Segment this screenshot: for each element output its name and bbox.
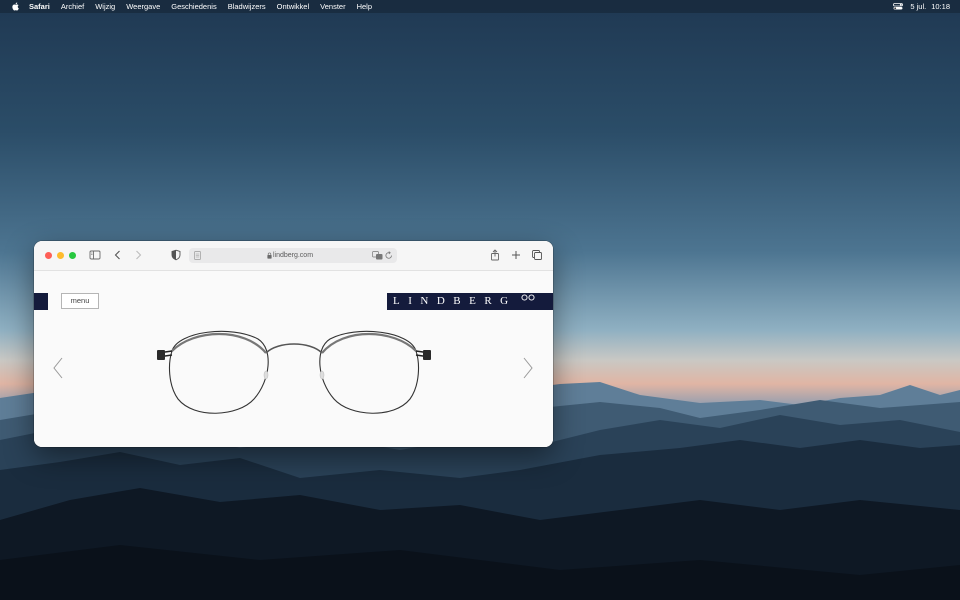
menu-bladwijzers[interactable]: Bladwijzers: [228, 2, 266, 11]
new-tab-icon[interactable]: [510, 249, 522, 261]
lindberg-logo[interactable]: LINDBERG: [387, 293, 553, 310]
sidebar-icon[interactable]: [89, 249, 101, 261]
url-text: lindberg.com: [272, 252, 314, 259]
menu-ontwikkel[interactable]: Ontwikkel: [277, 2, 310, 11]
browser-toolbar: lindberg.com: [34, 241, 553, 271]
eyeglasses-product-image: [157, 330, 431, 414]
web-page-content: menu LINDBERG: [34, 271, 553, 447]
menu-archief[interactable]: Archief: [61, 2, 84, 11]
carousel-next-arrow-icon[interactable]: [522, 357, 534, 379]
zoom-window-button[interactable]: [69, 252, 76, 259]
menu-help[interactable]: Help: [357, 2, 372, 11]
share-icon[interactable]: [489, 249, 501, 261]
logo-glasses-icon: [521, 294, 535, 301]
menu-wijzig[interactable]: Wijzig: [95, 2, 115, 11]
menu-venster[interactable]: Venster: [320, 2, 345, 11]
privacy-shield-icon[interactable]: [170, 249, 182, 261]
close-window-button[interactable]: [45, 252, 52, 259]
carousel-prev-arrow-icon[interactable]: [52, 357, 64, 379]
menubar-time[interactable]: 10:18: [931, 2, 950, 11]
logo-text: LINDBERG: [393, 295, 517, 307]
menubar-date[interactable]: 5 jul.: [910, 2, 926, 11]
control-center-icon[interactable]: [893, 3, 904, 10]
reload-icon[interactable]: [385, 251, 393, 260]
back-icon[interactable]: [112, 249, 124, 261]
address-bar[interactable]: lindberg.com: [189, 248, 397, 263]
menu-geschiedenis[interactable]: Geschiedenis: [171, 2, 216, 11]
apple-icon[interactable]: [12, 2, 20, 11]
menu-weergave[interactable]: Weergave: [126, 2, 160, 11]
menu-app-safari[interactable]: Safari: [29, 2, 50, 11]
header-navy-block: [34, 293, 48, 310]
menu-bar: Safari Archief Wijzig Weergave Geschiede…: [0, 0, 960, 13]
forward-icon[interactable]: [132, 249, 144, 261]
tab-overview-icon[interactable]: [531, 249, 543, 261]
translate-icon[interactable]: [372, 251, 383, 260]
minimize-window-button[interactable]: [57, 252, 64, 259]
safari-window: lindberg.com menu LINDBERG: [34, 241, 553, 447]
menu-button[interactable]: menu: [61, 293, 99, 309]
